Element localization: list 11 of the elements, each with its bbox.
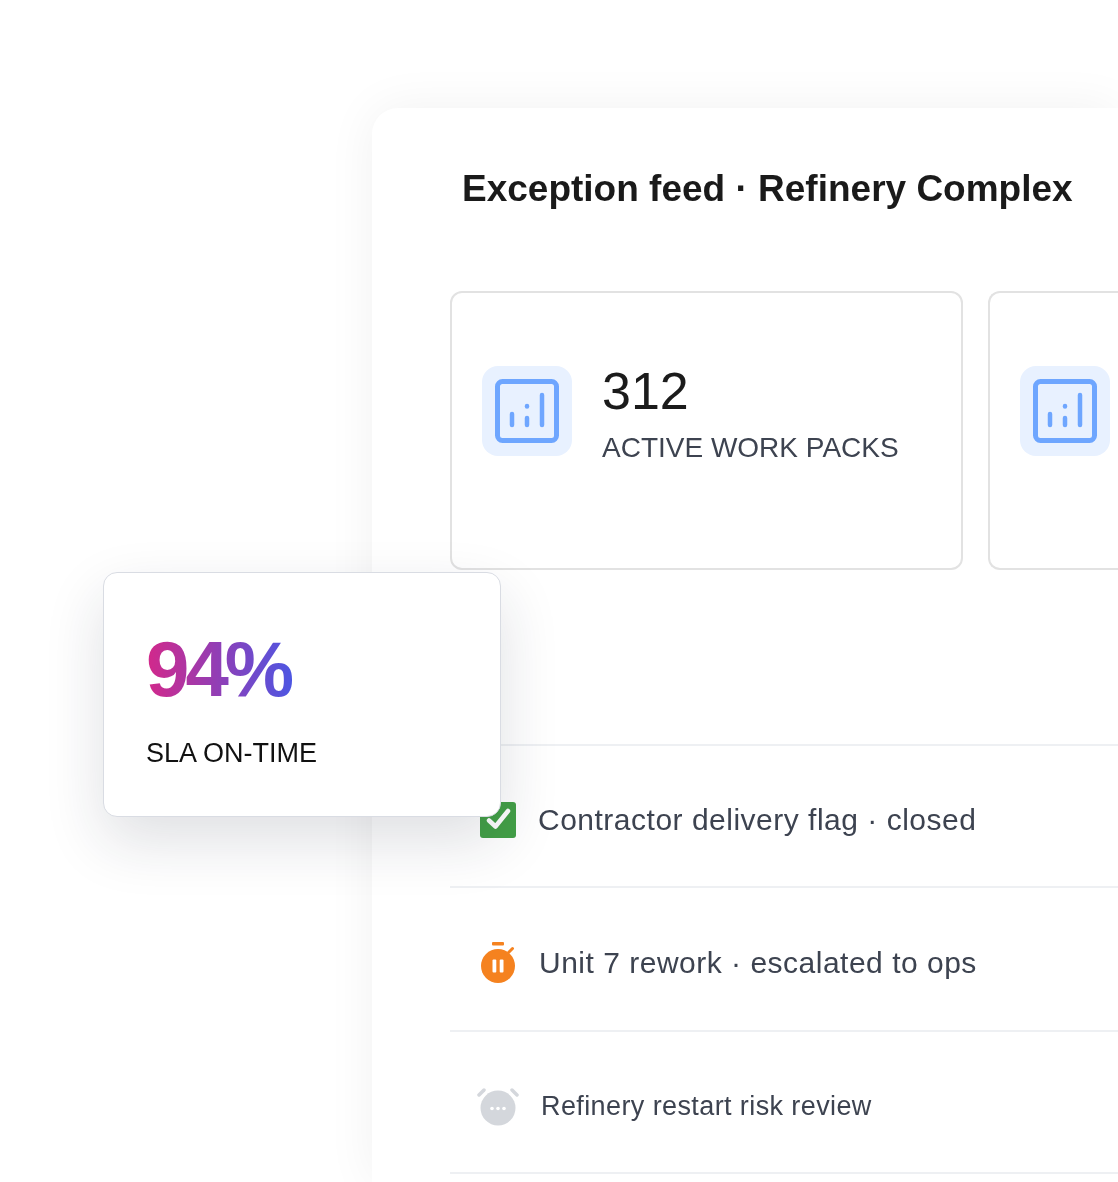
stat-value: 312	[602, 363, 689, 419]
feed-item-text: Contractor delivery flag · closed	[538, 802, 977, 838]
feed-item-text: Refinery restart risk review	[541, 1090, 872, 1123]
stopwatch-icon	[479, 942, 517, 984]
feed-item-text: Unit 7 rework · escalated to ops	[539, 945, 977, 981]
stat-label: ACTIVE WORK PACKS	[602, 431, 899, 465]
panel-title: Exception feed · Refinery Complex	[462, 167, 1073, 211]
alarm-clock-icon	[477, 1086, 519, 1126]
sla-label: SLA ON-TIME	[146, 737, 318, 769]
bar-chart-icon	[1020, 366, 1110, 456]
bar-chart-icon	[482, 366, 572, 456]
